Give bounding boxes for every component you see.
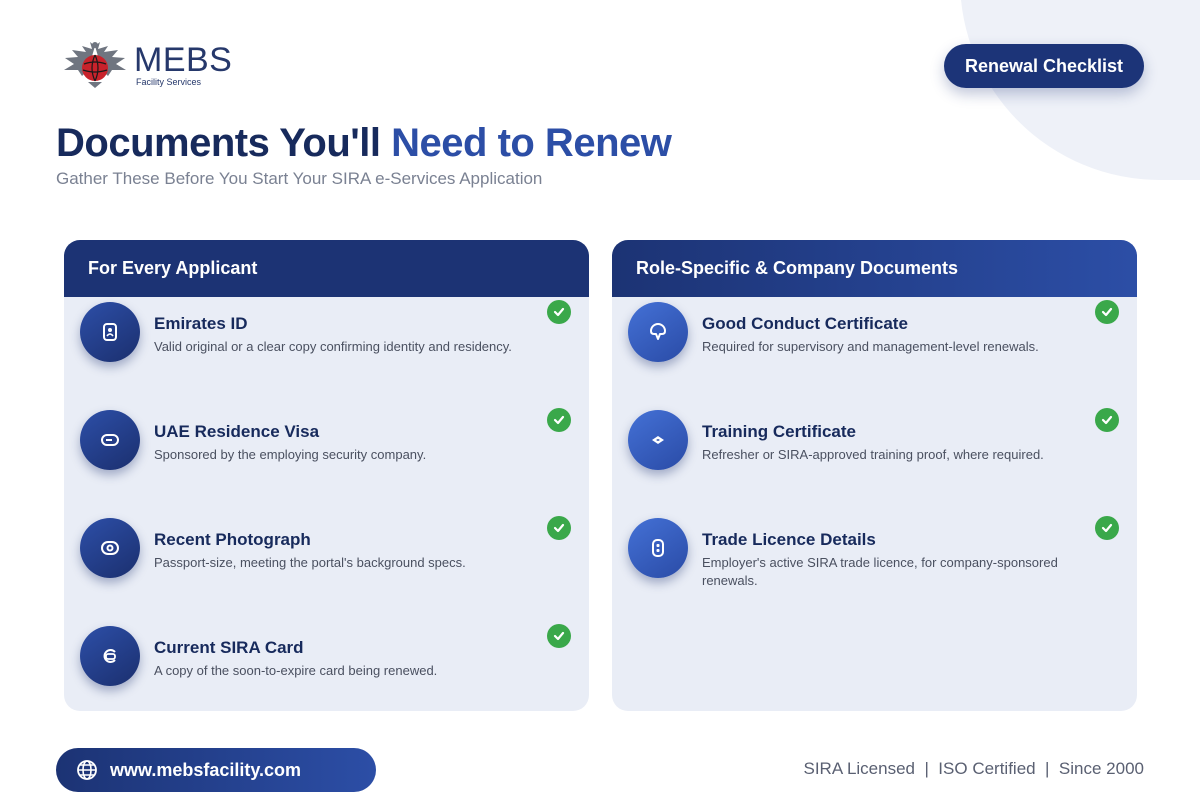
every-applicant-card: For Every Applicant Emirates ID Valid or…: [64, 240, 589, 711]
item-title: Trade Licence Details: [702, 530, 876, 549]
item-description: Sponsored by the employing security comp…: [154, 447, 427, 462]
website-link[interactable]: www.mebsfacility.com: [56, 748, 376, 792]
visa-icon: [80, 410, 140, 470]
id-card-icon: [80, 302, 140, 362]
list-item: Trade Licence Details Employer's active …: [628, 514, 1121, 604]
item-description: A copy of the soon-to-expire card being …: [154, 663, 438, 678]
item-title: UAE Residence Visa: [154, 422, 320, 441]
item-description: Valid original or a clear copy confirmin…: [154, 339, 512, 354]
card-icon: [80, 626, 140, 686]
title-part-1: Documents You'll: [56, 121, 392, 165]
graduation-cap-icon: [628, 410, 688, 470]
check-icon: [547, 624, 571, 648]
card-heading: For Every Applicant: [64, 240, 589, 297]
check-icon: [547, 408, 571, 432]
item-title: Recent Photograph: [154, 530, 311, 549]
item-description: Refresher or SIRA-approved training proo…: [702, 447, 1044, 462]
check-icon: [1095, 516, 1119, 540]
item-title: Good Conduct Certificate: [702, 314, 908, 333]
item-description: Employer's active SIRA trade licence, fo…: [702, 555, 1058, 588]
list-item: Recent Photograph Passport-size, meeting…: [80, 514, 573, 604]
check-icon: [1095, 408, 1119, 432]
brand-tagline: Facility Services: [136, 77, 202, 87]
item-title: Emirates ID: [154, 314, 248, 333]
item-title: Training Certificate: [702, 422, 856, 441]
check-icon: [1095, 300, 1119, 324]
page-title: Documents You'll Need to Renew: [56, 121, 672, 166]
badge-icon: [628, 302, 688, 362]
list-item: UAE Residence Visa Sponsored by the empl…: [80, 406, 573, 496]
item-title: Current SIRA Card: [154, 638, 304, 657]
eagle-globe-icon: [64, 42, 126, 88]
list-item: Training Certificate Refresher or SIRA-a…: [628, 406, 1121, 496]
website-url: www.mebsfacility.com: [110, 759, 302, 780]
item-description: Required for supervisory and management-…: [702, 339, 1039, 354]
globe-icon: [77, 760, 97, 780]
camera-icon: [80, 518, 140, 578]
document-icon: [628, 518, 688, 578]
list-item: Good Conduct Certificate Required for su…: [628, 298, 1121, 388]
check-icon: [547, 516, 571, 540]
title-part-2: Need to Renew: [391, 121, 672, 165]
list-item: Current SIRA Card A copy of the soon-to-…: [80, 622, 573, 711]
brand-logo[interactable]: MEBS Facility Services: [62, 40, 232, 90]
list-item: Emirates ID Valid original or a clear co…: [80, 298, 573, 388]
page-subtitle: Gather These Before You Start Your SIRA …: [56, 169, 543, 188]
item-description: Passport-size, meeting the portal's back…: [154, 555, 466, 570]
check-icon: [547, 300, 571, 324]
credentials-text: SIRA Licensed | ISO Certified | Since 20…: [803, 759, 1144, 778]
corner-decoration: [960, 0, 1200, 180]
role-specific-card: Role-Specific & Company Documents Good C…: [612, 240, 1137, 711]
brand-name: MEBS: [134, 41, 233, 79]
card-heading: Role-Specific & Company Documents: [612, 240, 1137, 297]
renewal-checklist-button[interactable]: Renewal Checklist: [944, 44, 1144, 88]
